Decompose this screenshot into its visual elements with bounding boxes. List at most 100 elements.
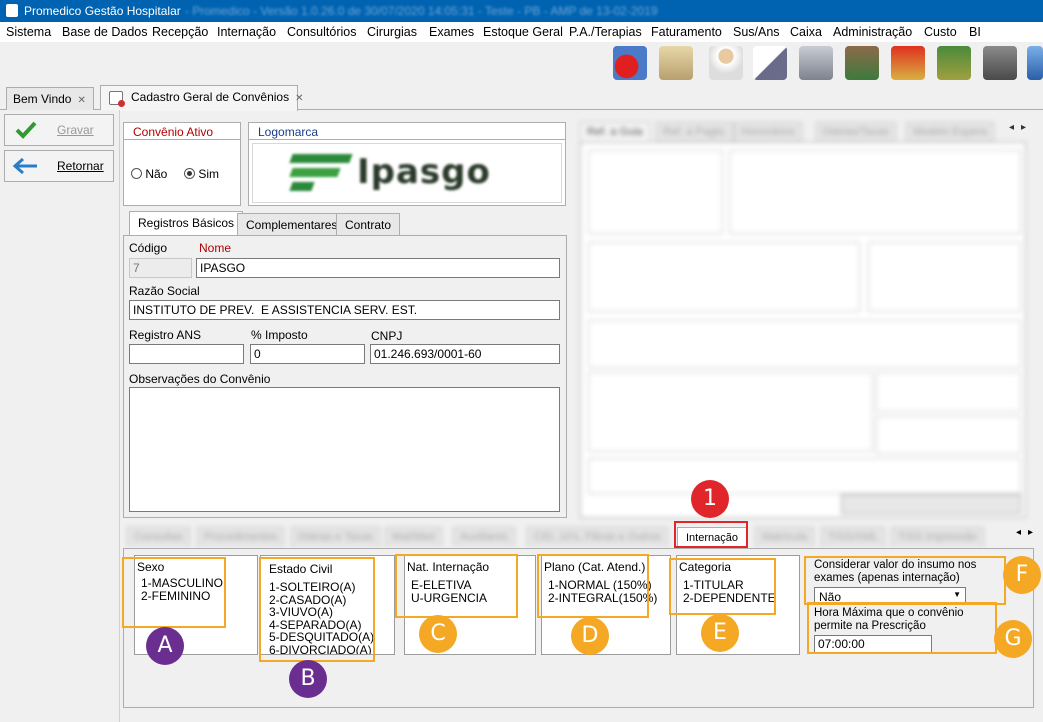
menu-administracao[interactable]: Administração <box>833 25 912 39</box>
registro-ans-field[interactable] <box>129 344 244 364</box>
doctor-card-icon[interactable] <box>659 46 693 80</box>
tab-ref-guia[interactable]: Ref. a Guia <box>580 122 650 142</box>
tab-procedimentos[interactable]: Procedimentos <box>197 527 285 547</box>
globe-icon[interactable] <box>1027 46 1043 80</box>
bottom-tab-scroll-right-icon[interactable]: ▸ <box>1028 527 1033 538</box>
prescription-icon[interactable] <box>753 46 787 80</box>
radio-nao-label: Não <box>145 167 168 181</box>
imposto-label: % Imposto <box>251 328 308 342</box>
tab-scroll-left-icon[interactable]: ◂ <box>1009 122 1014 133</box>
tab-cid[interactable]: CID, 10's, Fibras e Outros <box>527 527 668 547</box>
razao-field[interactable] <box>129 300 560 320</box>
menu-sistema[interactable]: Sistema <box>6 25 51 39</box>
menu-recepcao[interactable]: Recepção <box>152 25 208 39</box>
menu-sus-ans[interactable]: Sus/Ans <box>733 25 780 39</box>
menu-faturamento[interactable]: Faturamento <box>651 25 722 39</box>
tab-diarias-taxas[interactable]: Diárias/Taxas <box>816 122 897 142</box>
observacoes-label: Observações do Convênio <box>129 372 271 386</box>
document-icon <box>109 91 125 107</box>
menu-caixa[interactable]: Caixa <box>790 25 822 39</box>
tab-registros-basicos[interactable]: Registros Básicos <box>129 211 244 235</box>
cash-register-icon[interactable] <box>845 46 879 80</box>
back-button[interactable]: Retornar <box>4 150 114 182</box>
window-title-version: - Promedico - Versão 1.0.26.0 de 30/07/2… <box>185 4 658 18</box>
nome-field[interactable] <box>196 258 560 278</box>
badge-g: G <box>994 620 1032 658</box>
printer-icon[interactable] <box>799 46 833 80</box>
badge-d: D <box>571 617 609 655</box>
cnpj-label: CNPJ <box>371 329 403 343</box>
imposto-field[interactable] <box>250 344 365 364</box>
window-title: Promedico Gestão Hospitalar <box>24 4 181 18</box>
badge-f: F <box>1003 556 1041 594</box>
badge-e: E <box>701 614 739 652</box>
tab-ref-pagto[interactable]: Ref. a Pagto. <box>656 122 735 142</box>
menu-bi[interactable]: BI <box>969 25 981 39</box>
users-refresh-icon[interactable] <box>613 46 647 80</box>
guia-settings-panel: Ref. a Guia Ref. a Pagto. Honorários Diá… <box>576 116 1032 520</box>
tab-honorarios[interactable]: Honorários <box>734 122 802 142</box>
stock-up-icon[interactable] <box>891 46 925 80</box>
stock-down-icon[interactable] <box>937 46 971 80</box>
tab-consultas[interactable]: Consultas <box>127 527 190 547</box>
highlight-internacao-tab <box>674 521 748 548</box>
check-icon <box>15 121 37 139</box>
menu-custo[interactable]: Custo <box>924 25 957 39</box>
toolbar <box>0 42 1043 84</box>
menu-pa-terapias[interactable]: P.A./Terapias <box>569 25 642 39</box>
arrow-left-icon <box>13 157 37 175</box>
tab-diarias-e-taxas[interactable]: Diárias e Taxas <box>291 527 380 547</box>
tab-contrato[interactable]: Contrato <box>336 213 401 235</box>
menu-cirurgias[interactable]: Cirurgias <box>367 25 417 39</box>
menu-exames[interactable]: Exames <box>429 25 474 39</box>
tab-matricula[interactable]: Matrícula <box>755 527 815 547</box>
save-button[interactable]: Gravar <box>4 114 114 146</box>
tab-modelo-espera[interactable]: Modelo Espera <box>906 122 994 142</box>
tab-tiss-impressao[interactable]: TISS Impressão <box>891 527 984 547</box>
highlight-categoria <box>669 558 776 615</box>
close-icon[interactable]: ✕ <box>77 95 85 106</box>
highlight-estado-civil <box>259 557 375 662</box>
codigo-field[interactable] <box>129 258 192 278</box>
radio-sim[interactable]: Sim <box>184 167 219 181</box>
tab-tiss-xml[interactable]: TISS/XML <box>821 527 886 547</box>
tab-label: Cadastro Geral de Convênios <box>131 90 290 104</box>
codigo-label: Código <box>129 241 168 255</box>
registros-basicos-panel: Código Nome Razão Social Registro ANS % … <box>123 235 567 518</box>
highlight-nat-internacao <box>395 554 518 618</box>
tab-label: Bem Vindo <box>13 92 72 106</box>
nome-label: Nome <box>199 241 232 255</box>
side-panel: Gravar Retornar <box>0 110 120 722</box>
radio-sim-dot[interactable] <box>184 168 195 179</box>
menu-consultorios[interactable]: Consultórios <box>287 25 356 39</box>
radio-nao-dot[interactable] <box>131 168 142 179</box>
tab-cadastro-convenios[interactable]: Cadastro Geral de Convênios ✕ <box>100 85 303 111</box>
tab-scroll-right-icon[interactable]: ▸ <box>1021 122 1026 133</box>
radio-nao[interactable]: Não <box>131 167 167 181</box>
tab-bem-vindo[interactable]: Bem Vindo ✕ <box>6 87 94 110</box>
menu-base-de-dados[interactable]: Base de Dados <box>62 25 147 39</box>
bottom-tabs: Consultas Procedimentos Diárias e Taxas … <box>123 525 1043 549</box>
logo-image[interactable]: Ipasgo <box>252 143 562 203</box>
observacoes-textarea[interactable] <box>129 387 560 512</box>
logomarca-group: Logomarca Ipasgo <box>248 122 566 206</box>
bottom-tab-scroll-left-icon[interactable]: ◂ <box>1016 527 1021 538</box>
safe-icon[interactable] <box>983 46 1017 80</box>
menu-estoque-geral[interactable]: Estoque Geral <box>483 25 563 39</box>
logo-text: Ipasgo <box>357 152 491 192</box>
highlight-sexo <box>122 557 226 628</box>
menu-internacao[interactable]: Internação <box>217 25 276 39</box>
badge-b: B <box>289 660 327 698</box>
convenio-ativo-title: Convênio Ativo <box>133 125 214 139</box>
save-label: Gravar <box>57 123 94 137</box>
registro-ans-label: Registro ANS <box>129 328 202 342</box>
tab-auxiliares[interactable]: Auxiliares <box>453 527 515 547</box>
tab-complementares[interactable]: Complementares <box>237 213 347 235</box>
highlight-hora-maxima <box>807 602 997 654</box>
app-icon <box>6 4 18 17</box>
tab-mat-med[interactable]: Mat/Med <box>385 527 442 547</box>
doctor-icon[interactable] <box>709 46 743 80</box>
cnpj-field[interactable] <box>370 344 560 364</box>
form-tabs: Registros Básicos Complementares Contrat… <box>129 211 569 235</box>
close-icon[interactable]: ✕ <box>295 93 303 104</box>
